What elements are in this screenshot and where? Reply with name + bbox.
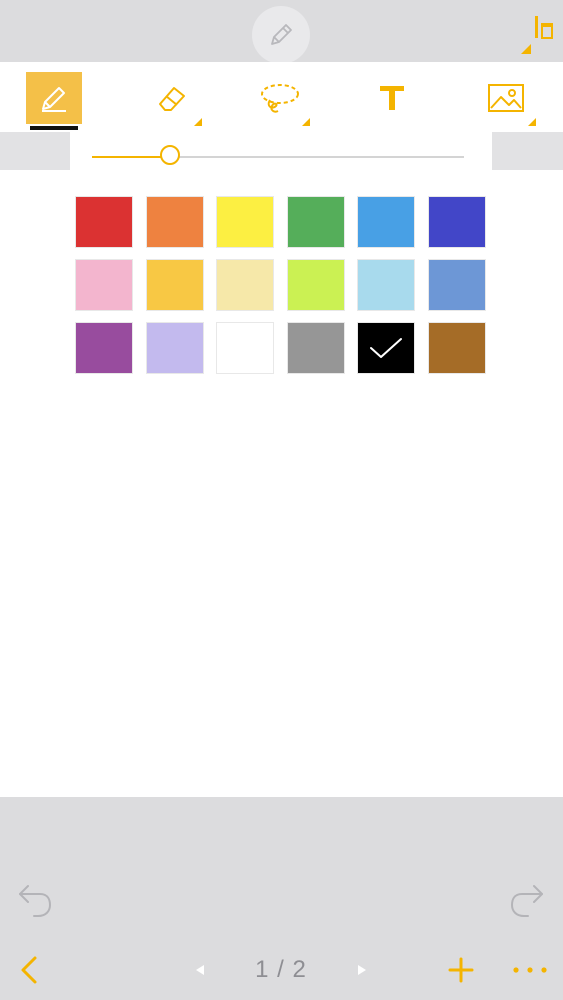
checkmark-icon <box>370 338 403 358</box>
color-swatch[interactable] <box>428 196 486 248</box>
page-margin-right <box>492 132 563 170</box>
tool-bar <box>0 62 563 132</box>
color-swatch[interactable] <box>428 259 486 311</box>
eraser-icon <box>159 87 185 111</box>
add-page-button[interactable] <box>444 952 478 988</box>
submenu-indicator <box>528 118 536 126</box>
text-tool-button[interactable] <box>364 72 420 124</box>
color-swatch[interactable] <box>357 322 416 374</box>
color-swatch[interactable] <box>286 322 345 374</box>
color-swatch[interactable] <box>286 196 345 248</box>
color-swatch[interactable] <box>216 196 275 248</box>
lasso-icon <box>261 84 299 113</box>
color-swatch[interactable] <box>145 322 204 374</box>
redo-icon <box>510 885 543 917</box>
color-swatch[interactable] <box>286 259 345 311</box>
pen-size-slider-fill <box>92 156 171 158</box>
image-icon <box>488 84 524 112</box>
image-tool-button[interactable] <box>478 72 536 126</box>
undo-button[interactable] <box>14 884 54 920</box>
page-indicator: 1 / 2 <box>255 956 307 983</box>
color-swatch[interactable] <box>357 259 416 311</box>
lasso-tool-button[interactable] <box>252 72 310 126</box>
color-swatch[interactable] <box>145 196 204 248</box>
color-swatch[interactable] <box>75 322 133 374</box>
color-swatch[interactable] <box>216 322 275 374</box>
color-swatch[interactable] <box>145 259 204 311</box>
chevron-left-icon <box>21 956 37 984</box>
pen-tool-button[interactable] <box>26 72 82 130</box>
eraser-tool-button[interactable] <box>144 72 202 126</box>
ellipsis-icon <box>513 967 547 973</box>
submenu-indicator <box>194 118 202 126</box>
active-tool-indicator <box>30 126 78 130</box>
text-icon <box>380 86 404 110</box>
undo-icon <box>19 885 52 917</box>
pen-size-slider-thumb[interactable] <box>160 145 181 165</box>
next-page-button[interactable] <box>348 957 376 983</box>
color-swatch[interactable] <box>357 196 416 248</box>
toolbar-layout-icon <box>521 16 553 54</box>
pen-mode-button[interactable] <box>252 6 310 64</box>
color-swatch[interactable] <box>216 259 275 311</box>
triangle-left-icon <box>196 965 204 975</box>
color-swatch[interactable] <box>75 196 133 248</box>
submenu-indicator <box>302 118 310 126</box>
pencil-icon <box>271 24 292 45</box>
color-swatch[interactable] <box>75 259 133 311</box>
toolbar-position-button[interactable] <box>519 14 555 56</box>
page-margin-left <box>0 132 70 170</box>
previous-page-button[interactable] <box>186 957 214 983</box>
plus-icon <box>448 957 474 983</box>
pen-settings-popover <box>70 132 492 402</box>
top-bar <box>0 0 563 64</box>
color-swatch[interactable] <box>428 322 486 374</box>
redo-button[interactable] <box>508 884 548 920</box>
back-button[interactable] <box>14 952 44 988</box>
pencil-icon <box>42 87 66 112</box>
triangle-right-icon <box>358 965 366 975</box>
more-button[interactable] <box>508 952 552 988</box>
